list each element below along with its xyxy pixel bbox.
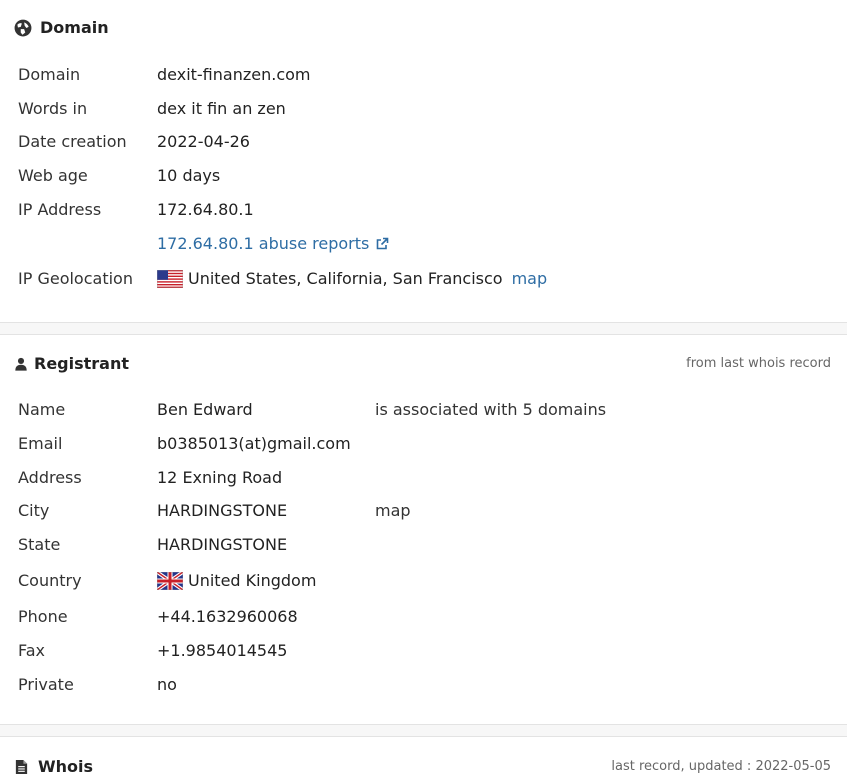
value-email: b0385013(at)gmail.com — [157, 434, 351, 453]
row-name: Name Ben Edward is associated with 5 dom… — [18, 397, 828, 423]
label-state: State — [18, 535, 61, 554]
label-phone: Phone — [18, 607, 68, 626]
row-phone: Phone +44.1632960068 — [18, 604, 828, 630]
row-web-age: Web age 10 days — [18, 163, 828, 189]
row-ip-address: IP Address 172.64.80.1 — [18, 197, 828, 223]
label-email: Email — [18, 434, 63, 453]
whois-section-header: Whois — [14, 757, 93, 776]
label-date-creation: Date creation — [18, 132, 127, 151]
label-ip-geolocation: IP Geolocation — [18, 269, 133, 288]
user-icon — [15, 357, 27, 371]
value-domain: dexit-finanzen.com — [157, 65, 311, 84]
row-country: Country United Kingdom — [18, 568, 828, 594]
row-domain: Domain dexit-finanzen.com — [18, 62, 828, 88]
label-name: Name — [18, 400, 66, 419]
value-private: no — [157, 675, 177, 694]
value-ip-geolocation: United States, California, San Francisco — [188, 269, 503, 288]
label-city: City — [18, 501, 50, 520]
associated-domains-text: is associated with 5 domains — [375, 400, 607, 419]
file-icon — [15, 759, 28, 774]
geolocation-map-link[interactable]: map — [512, 266, 548, 292]
value-country-wrap: United Kingdom — [157, 568, 316, 594]
section-divider-1 — [0, 322, 847, 335]
label-web-age: Web age — [18, 166, 88, 185]
globe-icon — [14, 19, 32, 36]
value-ip-geolocation-wrap: United States, California, San Francisco… — [157, 266, 547, 292]
row-private: Private no — [18, 672, 828, 698]
section-divider-2 — [0, 724, 847, 737]
value-country: United Kingdom — [188, 571, 317, 590]
city-map-link[interactable]: map — [375, 498, 411, 524]
registrant-section-header: Registrant — [14, 354, 129, 373]
value-fax: +1.9854014545 — [157, 641, 288, 660]
abuse-reports-wrap: 172.64.80.1 abuse reports — [157, 231, 389, 257]
uk-flag-icon — [157, 572, 183, 590]
row-date-creation: Date creation 2022-04-26 — [18, 129, 828, 155]
value-phone: +44.1632960068 — [157, 607, 298, 626]
label-domain: Domain — [18, 65, 81, 84]
row-city: City HARDINGSTONE map — [18, 498, 828, 524]
row-ip-geolocation: IP Geolocation United States, California… — [18, 266, 828, 292]
abuse-reports-link[interactable]: 172.64.80.1 abuse reports — [157, 231, 369, 257]
label-ip-address: IP Address — [18, 200, 102, 219]
value-date-creation: 2022-04-26 — [157, 132, 250, 151]
whois-section-note: last record, updated : 2022-05-05 — [611, 759, 831, 774]
value-state: HARDINGSTONE — [157, 535, 288, 554]
domain-section-header: Domain — [14, 18, 109, 37]
label-fax: Fax — [18, 641, 46, 660]
domain-section-title: Domain — [40, 18, 109, 37]
row-words-in: Words in dex it fin an zen — [18, 96, 828, 122]
registrant-name-link[interactable]: Ben Edward — [157, 397, 253, 423]
whois-section-title: Whois — [38, 757, 94, 776]
row-email: Email b0385013(at)gmail.com — [18, 431, 828, 457]
us-flag-icon — [157, 270, 183, 288]
value-address: 12 Exning Road — [157, 468, 283, 487]
registrant-section-note: from last whois record — [686, 356, 831, 371]
value-web-age: 10 days — [157, 166, 221, 185]
row-address: Address 12 Exning Road — [18, 465, 828, 491]
label-country: Country — [18, 571, 82, 590]
row-state: State HARDINGSTONE — [18, 532, 828, 558]
label-address: Address — [18, 468, 82, 487]
ip-address-link[interactable]: 172.64.80.1 — [157, 197, 254, 223]
label-words-in: Words in — [18, 99, 88, 118]
row-abuse-reports: 172.64.80.1 abuse reports — [18, 231, 828, 257]
registrant-section-title: Registrant — [34, 354, 130, 373]
row-fax: Fax +1.9854014545 — [18, 638, 828, 664]
value-words-in: dex it fin an zen — [157, 99, 286, 118]
value-city: HARDINGSTONE — [157, 501, 288, 520]
external-link-icon[interactable] — [375, 237, 389, 251]
label-private: Private — [18, 675, 74, 694]
